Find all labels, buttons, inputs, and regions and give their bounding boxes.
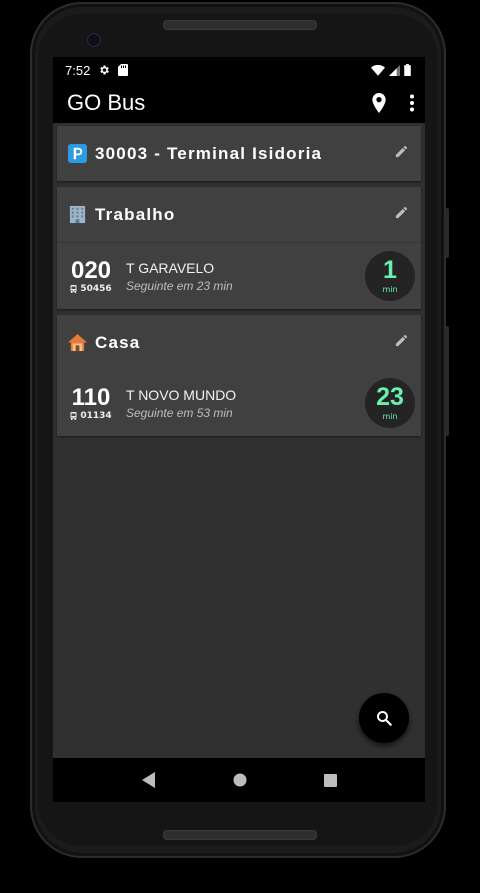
eta-badge: 23 min (365, 378, 415, 428)
eta-value: 1 (383, 256, 397, 284)
eta-unit: min (382, 285, 398, 294)
app-title: GO Bus (67, 90, 146, 115)
edit-pencil-icon[interactable] (394, 333, 409, 352)
bus-id-line: 50456 (70, 284, 112, 294)
route-destination: T NOVO MUNDO (126, 386, 237, 403)
card-title: Trabalho (95, 204, 176, 224)
search-icon (377, 711, 392, 726)
screen: 7:52 GO Bus 30003 - Terminal Isidoria Tr… (53, 57, 425, 802)
card-title: 30003 - Terminal Isidoria (95, 143, 323, 163)
wifi-icon (371, 64, 385, 76)
app-bar: GO Bus (53, 83, 425, 123)
edit-pencil-icon[interactable] (394, 205, 409, 224)
front-camera (87, 33, 101, 47)
location-pin-icon[interactable] (371, 93, 387, 113)
top-speaker (163, 20, 317, 30)
eta-value: 23 (376, 383, 404, 411)
card-title: Casa (95, 332, 141, 352)
bus-icon (70, 285, 77, 293)
eta-badge: 1 min (365, 251, 415, 301)
volume-button (445, 326, 449, 436)
power-button (445, 208, 449, 258)
recents-square-icon[interactable] (323, 773, 337, 787)
parking-icon (67, 144, 87, 164)
card-header[interactable]: Casa (57, 315, 421, 370)
bus-id: 01134 (80, 411, 112, 421)
card-header[interactable]: Trabalho (57, 187, 421, 242)
home-circle-icon[interactable] (233, 773, 247, 787)
back-triangle-icon[interactable] (141, 772, 156, 788)
next-arrival: Seguinte em 53 min (126, 405, 233, 420)
card-header[interactable]: 30003 - Terminal Isidoria (57, 126, 421, 181)
stop-card[interactable]: Casa 110 01134 T NOVO MUNDO Seguinte em … (57, 315, 421, 436)
bus-id-line: 01134 (70, 411, 112, 421)
favorites-list: 30003 - Terminal Isidoria Trabalho 020 5… (53, 123, 425, 445)
status-bar: 7:52 (53, 57, 425, 83)
edit-pencil-icon[interactable] (394, 144, 409, 163)
eta-unit: min (382, 412, 398, 421)
overflow-menu-icon[interactable] (409, 94, 415, 112)
bus-icon (70, 412, 77, 420)
cell-signal-icon (389, 64, 400, 76)
route-number: 110 (71, 384, 111, 411)
route-row[interactable]: 110 01134 T NOVO MUNDO Seguinte em 53 mi… (57, 370, 421, 436)
settings-gear-icon (100, 65, 110, 75)
stop-card[interactable]: Trabalho 020 50456 T GARAVELO Seguinte e… (57, 187, 421, 309)
route-number: 020 (70, 257, 112, 284)
route-row[interactable]: 020 50456 T GARAVELO Seguinte em 23 min … (57, 242, 421, 309)
sd-card-icon (118, 64, 129, 76)
system-nav-bar (53, 758, 425, 802)
bottom-speaker (163, 830, 317, 840)
search-fab-button[interactable] (359, 693, 409, 743)
battery-icon (404, 64, 411, 76)
status-time: 7:52 (65, 62, 91, 78)
house-icon (67, 333, 87, 353)
stop-card[interactable]: 30003 - Terminal Isidoria (57, 126, 421, 181)
bus-id: 50456 (80, 284, 112, 294)
route-destination: T GARAVELO (126, 259, 215, 276)
next-arrival: Seguinte em 23 min (126, 278, 233, 293)
office-building-icon (67, 205, 87, 225)
